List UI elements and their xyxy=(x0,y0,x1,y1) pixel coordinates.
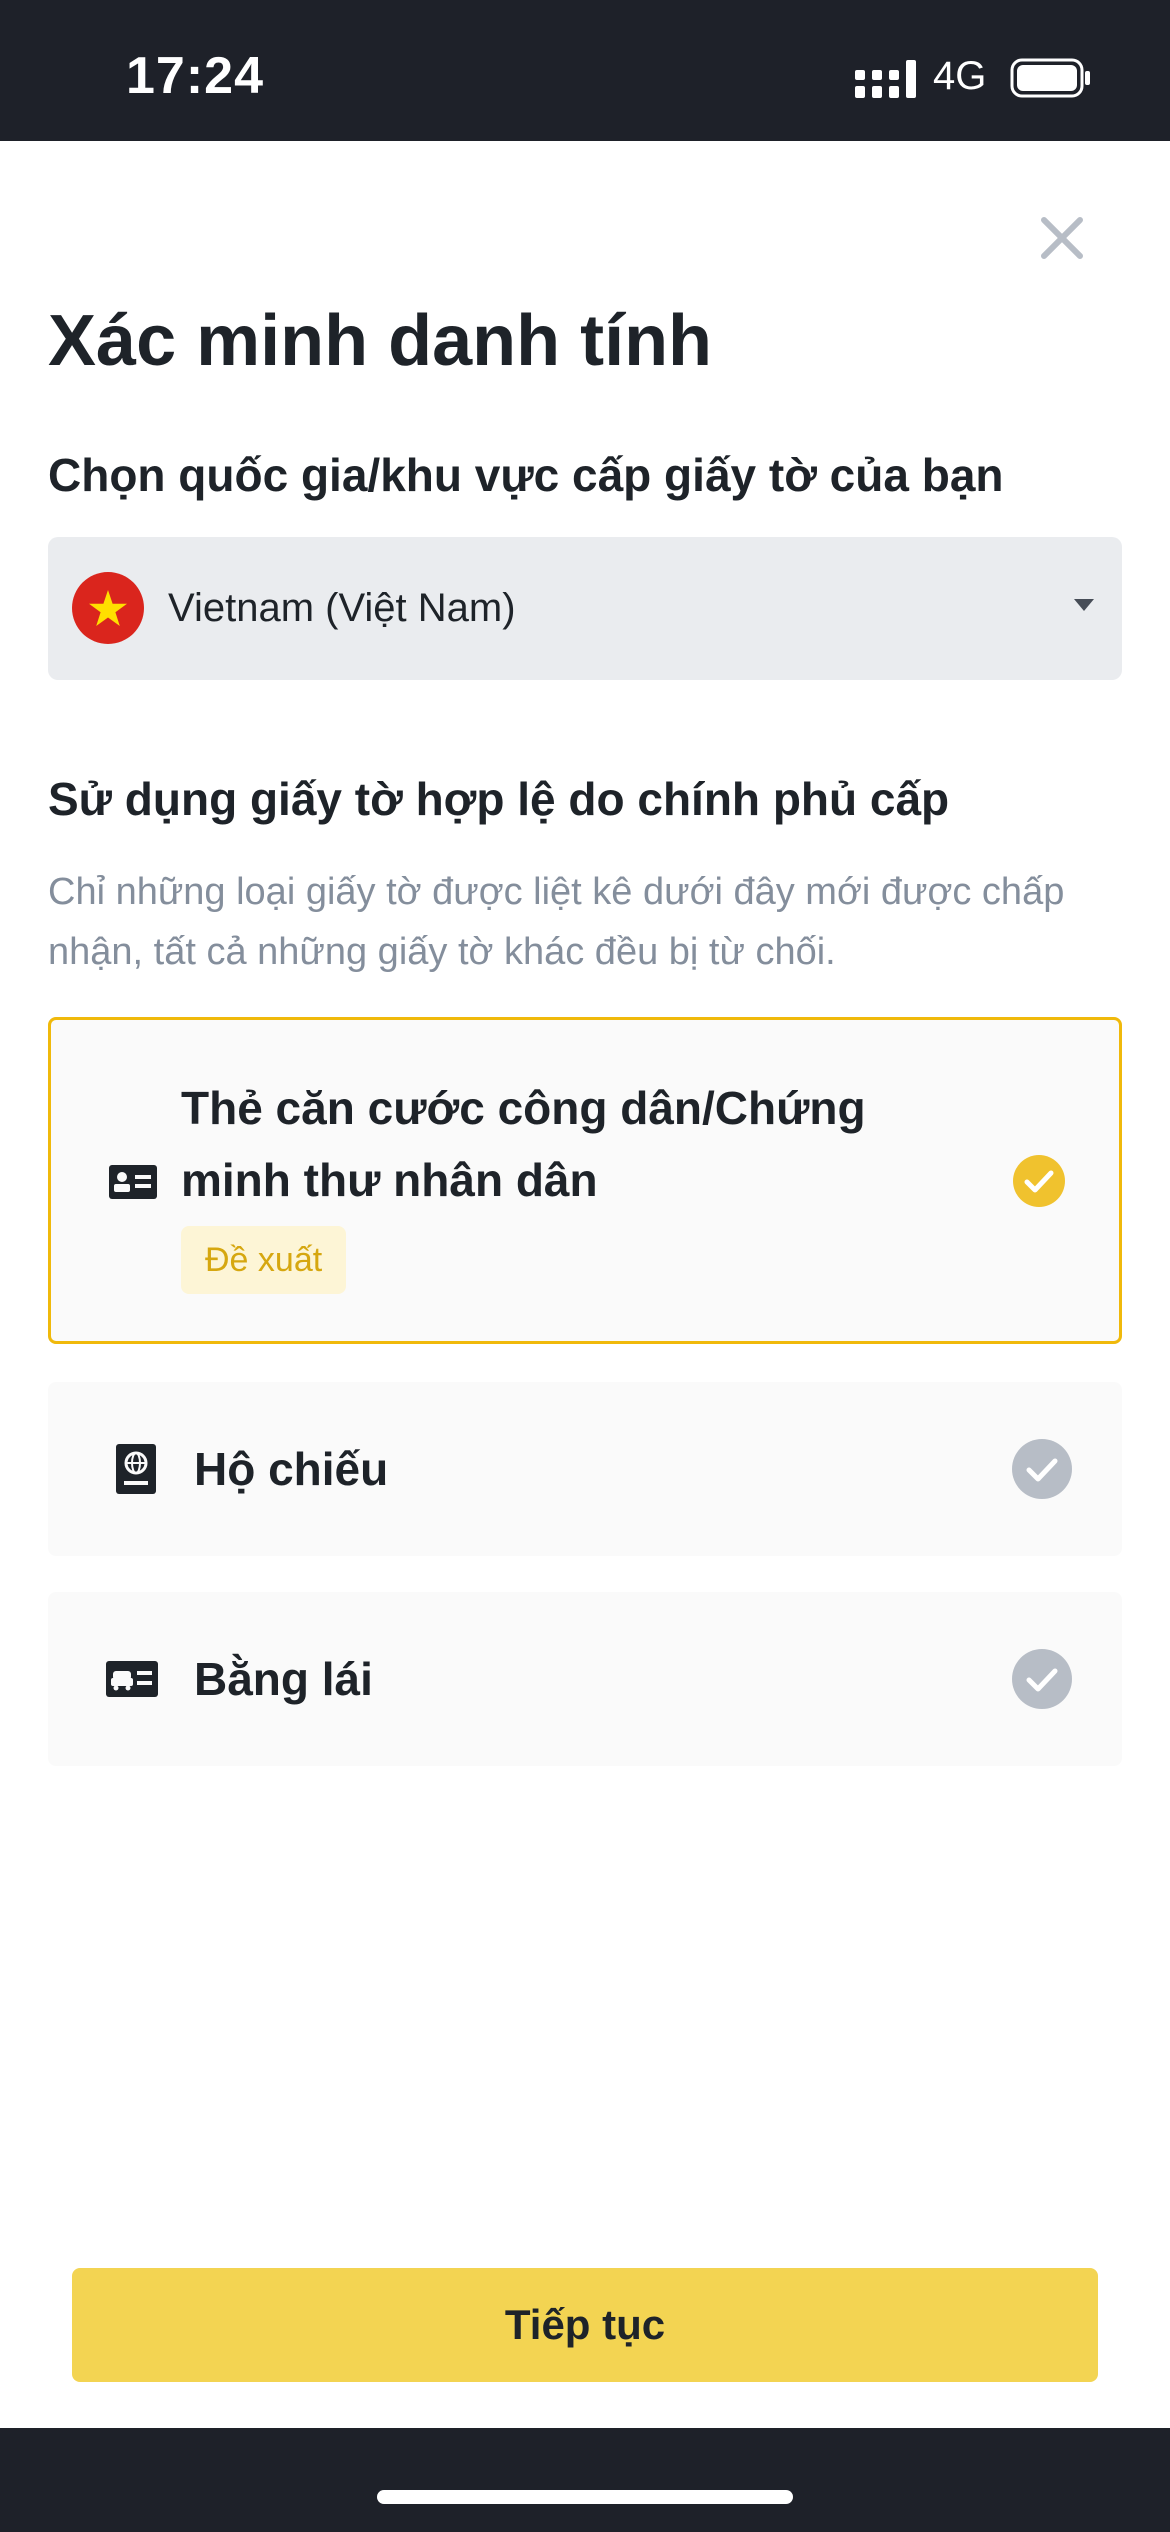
bottom-bar xyxy=(0,2428,1170,2532)
close-icon[interactable] xyxy=(1036,212,1088,264)
check-circle-icon xyxy=(1012,1649,1072,1709)
network-type: 4G xyxy=(933,54,987,98)
country-select[interactable]: Vietnam (Việt Nam) xyxy=(48,537,1122,680)
page-title: Xác minh danh tính xyxy=(48,301,713,381)
status-time: 17:24 xyxy=(126,47,264,105)
home-indicator[interactable] xyxy=(377,2490,793,2504)
check-circle-icon xyxy=(1013,1155,1065,1207)
signal-icon xyxy=(855,60,916,98)
caret-down-icon xyxy=(1074,599,1094,611)
id-card-icon xyxy=(109,1165,157,1199)
doc-option-driver-license[interactable]: Bằng lái xyxy=(48,1592,1122,1766)
status-bar: 17:24 4G xyxy=(0,0,1170,141)
doc-option-passport[interactable]: Hộ chiếu xyxy=(48,1382,1122,1556)
battery-icon xyxy=(1010,58,1090,98)
driver-license-icon xyxy=(106,1661,158,1697)
documents-note: Chỉ những loại giấy tờ được liệt kê dưới… xyxy=(48,871,1065,973)
doc-label-passport: Hộ chiếu xyxy=(194,1443,389,1495)
documents-heading: Sử dụng giấy tờ hợp lệ do chính phủ cấp xyxy=(48,773,950,825)
recommended-badge: Đề xuất xyxy=(181,1226,347,1294)
doc-label-id-card: Thẻ căn cước công dân/Chứng minh thư nhâ… xyxy=(181,1082,866,1206)
doc-label-driver-license: Bằng lái xyxy=(194,1653,373,1705)
passport-icon xyxy=(116,1444,156,1494)
continue-button[interactable]: Tiếp tục xyxy=(72,2268,1098,2382)
country-label: Chọn quốc gia/khu vực cấp giấy tờ của bạ… xyxy=(48,449,1004,501)
vietnam-flag-icon xyxy=(72,572,144,644)
check-circle-icon xyxy=(1012,1439,1072,1499)
doc-option-id-card[interactable]: Thẻ căn cước công dân/Chứng minh thư nhâ… xyxy=(48,1017,1122,1344)
country-value: Vietnam (Việt Nam) xyxy=(168,586,516,630)
